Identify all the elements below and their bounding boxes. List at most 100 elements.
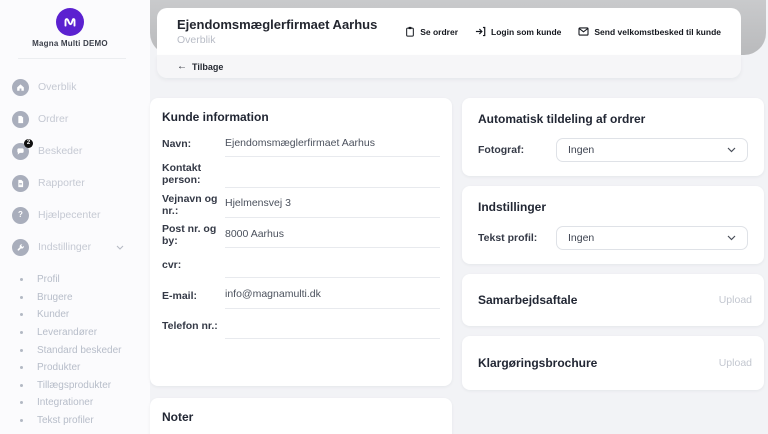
subitem-label: Kunder <box>37 309 70 321</box>
login-som-kunde-button[interactable]: Login som kunde <box>475 26 561 37</box>
customer-fields: Navn: Ejendomsmæglerfirmaet Aarhus Konta… <box>162 129 440 341</box>
klargoringsbrochure-card: Klargøringsbrochure Upload <box>462 336 764 390</box>
action-label: Se ordrer <box>420 26 459 37</box>
back-button[interactable]: ← Tilbage <box>177 60 224 72</box>
select-label: Fotograf: <box>478 144 525 156</box>
field-label: Kontakt person: <box>162 162 202 187</box>
select-value: Ingen <box>568 232 595 244</box>
card-title: Klargøringsbrochure <box>478 356 598 370</box>
page-header: Ejendomsmæglerfirmaet Aarhus Overblik Se… <box>157 8 741 55</box>
field-row-vejnavn: Vejnavn og nr.: Hjelmensvej 3 <box>162 190 440 220</box>
field-row-postnr: Post nr. og by: 8000 Aarhus <box>162 220 440 250</box>
bullet-icon <box>20 348 23 352</box>
notes-card: Noter <box>150 398 452 434</box>
sidebar-subitem-integrationer[interactable]: Integrationer <box>0 394 150 412</box>
sidebar: Magna Multi DEMO Overblik Ordrer 2 Beske… <box>0 0 150 434</box>
sidebar-item-label: Ordrer <box>38 113 69 125</box>
arrow-left-icon: ← <box>177 60 187 72</box>
upload-samarbejdsaftale-button[interactable]: Upload <box>719 294 752 306</box>
sidebar-item-rapporter[interactable]: Rapporter <box>0 167 150 199</box>
upload-klargoringsbrochure-button[interactable]: Upload <box>719 357 752 369</box>
back-bar: ← Tilbage <box>157 55 741 78</box>
action-label: Send velkomstbesked til kunde <box>594 26 721 37</box>
sidebar-subitem-leverandorer[interactable]: Leverandører <box>0 324 150 342</box>
action-label: Login som kunde <box>491 26 562 37</box>
sidebar-subitem-brugere[interactable]: Brugere <box>0 289 150 307</box>
magna-multi-logo-icon <box>56 8 84 36</box>
subitem-label: Standard beskeder <box>37 344 122 356</box>
field-label: Vejnavn og nr.: <box>162 192 218 217</box>
sidebar-subitem-standard-beskeder[interactable]: Standard beskeder <box>0 341 150 359</box>
sidebar-subitem-produkter[interactable]: Produkter <box>0 359 150 377</box>
subitem-label: Integrationer <box>37 397 94 409</box>
email-input[interactable]: info@magnamulti.dk <box>225 280 440 309</box>
bullet-icon <box>20 383 23 387</box>
sidebar-divider <box>18 58 126 59</box>
customer-info-card: Kunde information Navn: Ejendomsmæglerfi… <box>150 98 452 386</box>
se-ordrer-button[interactable]: Se ordrer <box>405 26 458 37</box>
subitem-label: Brugere <box>37 291 73 303</box>
main-area: Ejendomsmæglerfirmaet Aarhus Overblik Se… <box>150 0 768 434</box>
brand-logo: Magna Multi DEMO <box>0 0 150 48</box>
header-titles: Ejendomsmæglerfirmaet Aarhus Overblik <box>177 17 377 46</box>
fotograf-row: Fotograf: Ingen <box>478 138 748 162</box>
field-row-navn: Navn: Ejendomsmæglerfirmaet Aarhus <box>162 129 440 159</box>
unread-badge: 2 <box>24 138 33 148</box>
back-label: Tilbage <box>192 61 224 72</box>
sidebar-item-hjaelpecenter[interactable]: ? Hjælpecenter <box>0 199 150 231</box>
kontakt-person-input[interactable] <box>225 159 440 188</box>
sidebar-subitem-tekst-profiler[interactable]: Tekst profiler <box>0 412 150 430</box>
help-icon: ? <box>12 206 29 224</box>
subitem-label: Produkter <box>37 362 81 374</box>
select-label: Tekst profil: <box>478 232 538 244</box>
settings-subnav: Profil Brugere Kunder Leverandører Stand… <box>0 271 150 429</box>
page-title: Ejendomsmæglerfirmaet Aarhus <box>177 17 378 32</box>
bullet-icon <box>20 401 23 405</box>
sidebar-item-label: Indstillinger <box>38 241 92 253</box>
sidebar-subitem-kunder[interactable]: Kunder <box>0 306 150 324</box>
field-row-cvr: cvr: <box>162 250 440 280</box>
field-label: Post nr. og by: <box>162 223 217 248</box>
settings-card: Indstillinger Tekst profil: Ingen <box>462 186 764 264</box>
header-actions: Se ordrer Login som kunde Send velkomstb… <box>405 26 721 37</box>
postnr-input[interactable]: 8000 Aarhus <box>225 220 440 249</box>
send-velkomstbesked-button[interactable]: Send velkomstbesked til kunde <box>578 27 721 37</box>
app-window: Magna Multi DEMO Overblik Ordrer 2 Beske… <box>0 0 768 434</box>
subitem-label: Tekst profiler <box>37 415 94 427</box>
field-label: Navn: <box>162 138 192 151</box>
chevron-down-icon <box>727 235 736 241</box>
bullet-icon <box>20 366 23 370</box>
subitem-label: Tillægsprodukter <box>37 379 112 391</box>
page-subtitle: Overblik <box>177 34 216 46</box>
fotograf-select[interactable]: Ingen <box>556 138 748 162</box>
wrench-icon <box>12 238 29 256</box>
field-row-kontakt-person: Kontakt person: <box>162 159 440 189</box>
field-label: E-mail: <box>162 289 198 302</box>
sidebar-item-ordrer[interactable]: Ordrer <box>0 103 150 135</box>
vejnavn-input[interactable]: Hjelmensvej 3 <box>225 190 440 218</box>
sidebar-item-indstillinger[interactable]: Indstillinger <box>0 231 150 263</box>
sidebar-nav: Overblik Ordrer 2 Beskeder Rapporter ? H… <box>0 71 150 263</box>
tekst-profil-select[interactable]: Ingen <box>556 226 748 250</box>
field-label: Telefon nr.: <box>162 319 218 332</box>
sidebar-subitem-tillaegsprodukter[interactable]: Tillægsprodukter <box>0 377 150 395</box>
sidebar-item-overblik[interactable]: Overblik <box>0 71 150 103</box>
left-column: Kunde information Navn: Ejendomsmæglerfi… <box>150 90 452 434</box>
sidebar-item-label: Rapporter <box>38 177 85 189</box>
tekst-profil-row: Tekst profil: Ingen <box>478 226 748 250</box>
field-label: cvr: <box>162 259 182 272</box>
chevron-down-icon <box>116 245 124 250</box>
sidebar-item-label: Overblik <box>38 81 77 93</box>
samarbejdsaftale-card: Samarbejdsaftale Upload <box>462 274 764 326</box>
bullet-icon <box>20 313 23 317</box>
subitem-label: Profil <box>37 274 60 286</box>
sidebar-subitem-profil[interactable]: Profil <box>0 271 150 289</box>
sidebar-item-beskeder[interactable]: 2 Beskeder <box>0 135 150 167</box>
login-icon <box>475 26 486 37</box>
telefon-input[interactable] <box>225 311 440 340</box>
report-icon <box>12 174 29 192</box>
clipboard-icon <box>406 26 415 37</box>
cvr-input[interactable] <box>225 250 440 279</box>
document-icon <box>12 110 29 128</box>
navn-input[interactable]: Ejendomsmæglerfirmaet Aarhus <box>225 129 440 158</box>
